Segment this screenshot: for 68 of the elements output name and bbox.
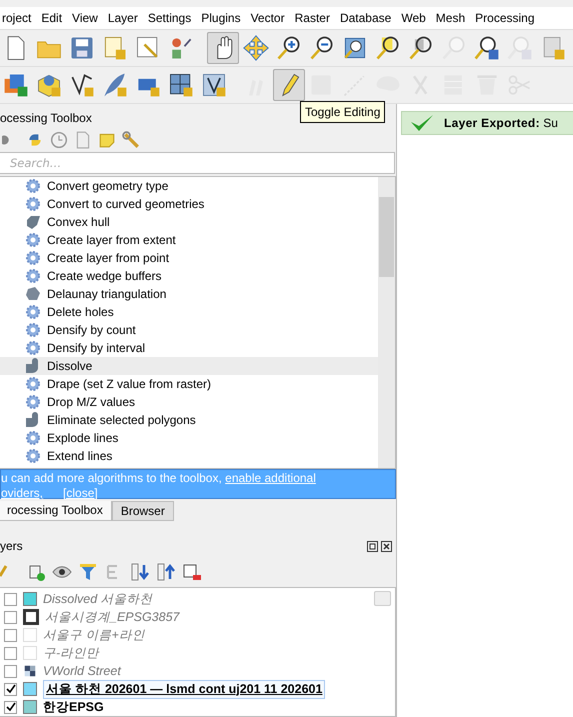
menu-item[interactable]: Plugins xyxy=(196,11,246,25)
scrollbar[interactable] xyxy=(378,177,395,468)
checkbox[interactable] xyxy=(4,592,17,606)
filter-icon[interactable] xyxy=(78,562,98,582)
algorithm-item[interactable]: Create layer from extent xyxy=(0,231,378,249)
polygon-icon xyxy=(25,412,41,428)
pan-hand-icon[interactable] xyxy=(207,32,239,64)
remove-layer-icon[interactable] xyxy=(182,562,202,582)
dock-tab[interactable]: Browser xyxy=(112,501,174,521)
panel-title: yers xyxy=(0,539,23,553)
float-icon[interactable] xyxy=(367,540,378,552)
algorithm-item[interactable]: Create layer from point xyxy=(0,249,378,267)
layer-name[interactable]: 서울 하천 202601 — lsmd cont uj201 11 202601 xyxy=(43,680,326,698)
layer-name[interactable]: Dissolved 서울하천 xyxy=(43,590,153,608)
polygon-icon xyxy=(25,358,41,374)
algorithm-item[interactable]: Convert to curved geometries xyxy=(0,195,378,213)
hull-icon xyxy=(25,214,41,230)
document-icon[interactable] xyxy=(74,131,92,149)
checkbox[interactable] xyxy=(4,610,17,624)
menu-item[interactable]: View xyxy=(67,11,103,25)
message-text: Layer Exported: Su xyxy=(444,116,558,130)
algorithm-item[interactable]: Densify by count xyxy=(0,321,378,339)
collapse-icon[interactable] xyxy=(156,562,176,582)
layer-name[interactable]: 구-라인만 xyxy=(43,644,100,662)
check-icon xyxy=(410,114,434,132)
checkbox[interactable] xyxy=(4,700,17,714)
algorithm-item[interactable]: Create wedge buffers xyxy=(0,267,378,285)
algorithm-item[interactable]: Densify by interval xyxy=(0,339,378,357)
close-icon[interactable] xyxy=(381,540,392,552)
algorithm-item[interactable]: Drape (set Z value from raster) xyxy=(0,375,378,393)
menu-item[interactable]: Settings xyxy=(142,11,196,25)
layer-name[interactable]: 한강EPSG xyxy=(43,698,104,716)
algorithm-item[interactable]: Drop M/Z values xyxy=(0,393,378,411)
algorithm-item[interactable]: Delete holes xyxy=(0,303,378,321)
menu-item[interactable]: Mesh xyxy=(430,11,470,25)
clock-icon[interactable] xyxy=(50,131,68,149)
menu-item[interactable]: roject xyxy=(0,11,36,25)
checkbox[interactable] xyxy=(4,646,17,660)
expand-icon[interactable] xyxy=(130,562,150,582)
algorithm-item[interactable]: Convert geometry type xyxy=(0,177,378,195)
dock-tab[interactable]: rocessing Toolbox xyxy=(0,501,112,521)
algorithm-item[interactable]: Delaunay triangulation xyxy=(0,285,378,303)
menu-item[interactable]: Layer xyxy=(102,11,143,25)
pencil-icon[interactable] xyxy=(273,69,305,101)
search-field[interactable]: Search… xyxy=(0,152,395,174)
tooltip: Toggle Editing xyxy=(300,101,386,123)
algorithm-item[interactable]: Extend lines xyxy=(0,447,378,465)
info-banner: u can add more algorithms to the toolbox, enable additional oviders, [close] xyxy=(0,469,396,499)
checkbox[interactable] xyxy=(4,682,17,696)
algorithm-item[interactable]: Convex hull xyxy=(0,213,378,231)
menu-item[interactable]: Web xyxy=(396,11,431,25)
menu-item[interactable]: Processing xyxy=(470,11,540,25)
menu-item[interactable]: Edit xyxy=(36,11,68,25)
menu-item[interactable]: Raster xyxy=(290,11,335,25)
algorithm-item[interactable]: Dissolve xyxy=(0,357,378,375)
mesh-icon xyxy=(25,286,41,302)
note-icon[interactable] xyxy=(98,131,116,149)
menu-item[interactable]: Vector xyxy=(246,11,290,25)
checkbox[interactable] xyxy=(4,628,17,642)
layer-name[interactable]: 서울시경계_EPSG3857 xyxy=(45,608,180,626)
checkbox[interactable] xyxy=(4,664,17,678)
layer-name[interactable]: VWorld Street xyxy=(43,664,121,678)
algorithm-item[interactable]: Eliminate selected polygons xyxy=(0,411,378,429)
algorithm-item[interactable]: Explode lines xyxy=(0,429,378,447)
layer-name[interactable]: 서울구 이름+라인 xyxy=(43,626,145,644)
menu-item[interactable]: Database xyxy=(334,11,396,25)
panel-title: ocessing Toolbox xyxy=(0,111,92,125)
wrench-icon[interactable] xyxy=(122,131,140,149)
